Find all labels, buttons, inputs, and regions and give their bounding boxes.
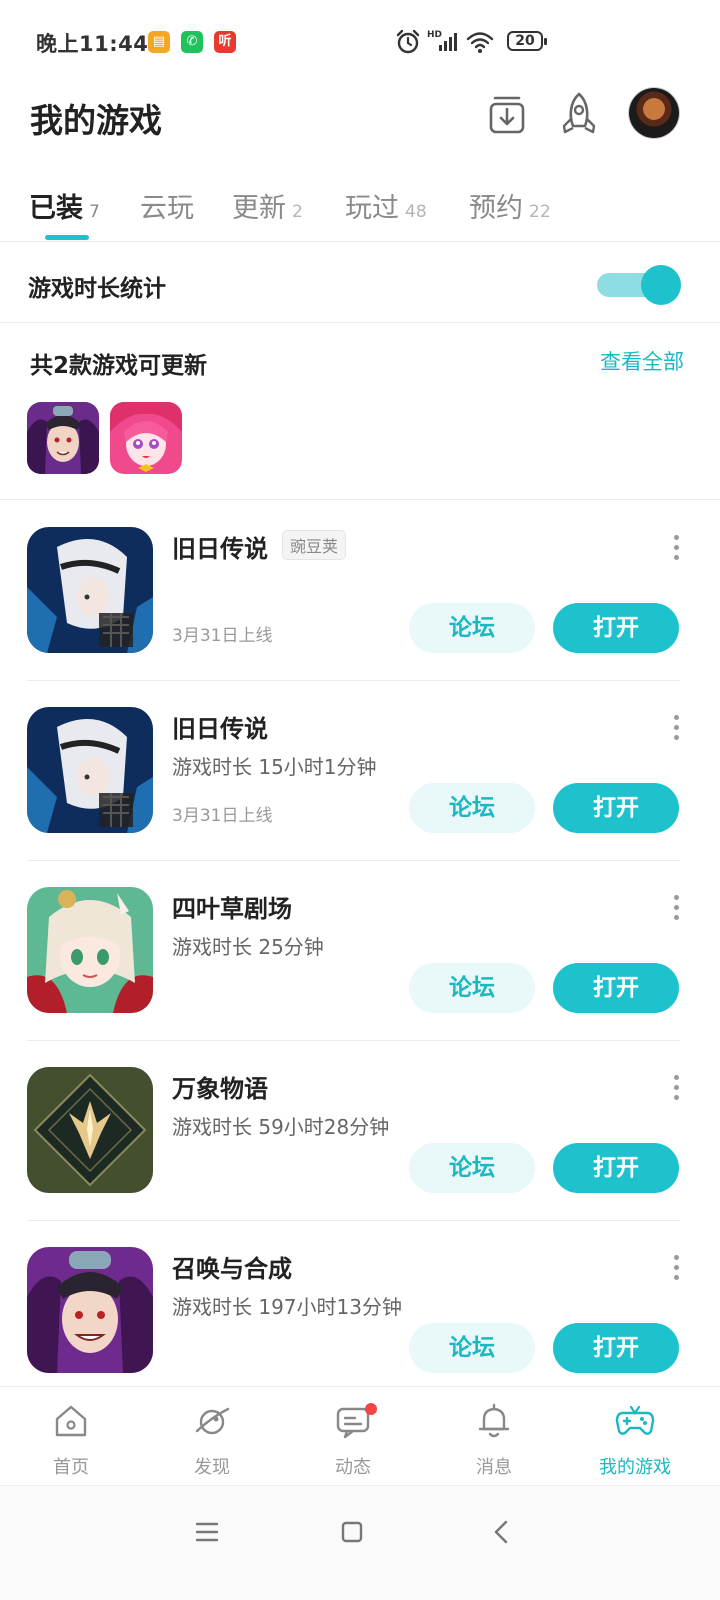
system-nav-bar: [0, 1485, 720, 1600]
tab-cloud-play[interactable]: 云玩: [140, 186, 194, 226]
nav-messages[interactable]: 消息: [444, 1387, 544, 1485]
game-card[interactable]: 四叶草剧场 游戏时长 25分钟 论坛 打开: [0, 861, 720, 1041]
wifi-icon: [466, 32, 494, 53]
game-launch-date: 3月31日上线: [172, 626, 273, 646]
tab-label: 更新: [232, 193, 286, 224]
playtime-stats-row: 游戏时长统计: [0, 243, 720, 323]
game-icon[interactable]: [27, 707, 153, 833]
game-launch-date: 3月31日上线: [172, 806, 273, 826]
source-tag: 豌豆荚: [282, 530, 347, 560]
game-playtime: 游戏时长 59小时28分钟: [172, 1115, 390, 1139]
game-playtime: 游戏时长 197小时13分钟: [172, 1295, 402, 1319]
game-card[interactable]: 旧日传说 游戏时长 15小时1分钟 3月31日上线 论坛 打开: [0, 681, 720, 861]
status-time: 晚上11:44: [36, 32, 149, 56]
game-icon[interactable]: [27, 527, 153, 653]
more-options-icon[interactable]: [664, 1073, 688, 1101]
tab-bar: 已装 7 云玩 更新 2 玩过 48 预约 22: [0, 176, 720, 242]
tab-count: 22: [529, 202, 551, 222]
game-card[interactable]: 万象物语 游戏时长 59小时28分钟 论坛 打开: [0, 1041, 720, 1221]
game-icon[interactable]: [27, 887, 153, 1013]
nav-label: 动态: [335, 1457, 371, 1478]
game-card[interactable]: 旧日传说 豌豆荚 3月31日上线 论坛 打开: [0, 501, 720, 681]
notification-badge: [365, 1403, 377, 1415]
tab-indicator: [45, 235, 89, 240]
nav-label: 消息: [476, 1457, 512, 1478]
more-options-icon[interactable]: [664, 1253, 688, 1281]
tab-installed[interactable]: 已装 7: [29, 186, 100, 226]
open-button[interactable]: 打开: [553, 603, 679, 653]
update-section: 共2款游戏可更新 查看全部: [0, 324, 720, 500]
game-icon[interactable]: [27, 1067, 153, 1193]
back-icon[interactable]: [482, 1512, 522, 1552]
open-button[interactable]: 打开: [553, 1323, 679, 1373]
forum-button[interactable]: 论坛: [409, 603, 535, 653]
nav-my-games[interactable]: 我的游戏: [585, 1387, 685, 1485]
forum-button[interactable]: 论坛: [409, 963, 535, 1013]
game-name: 万象物语: [172, 1075, 268, 1103]
update-game-icon[interactable]: [110, 402, 182, 474]
game-name: 召唤与合成: [172, 1255, 292, 1283]
nav-label: 发现: [194, 1457, 230, 1478]
tab-played[interactable]: 玩过 48: [345, 186, 427, 226]
rocket-icon[interactable]: [553, 88, 605, 140]
tab-label: 预约: [469, 193, 523, 224]
game-name: 旧日传说: [172, 535, 268, 563]
more-options-icon[interactable]: [664, 533, 688, 561]
nav-label: 我的游戏: [599, 1457, 671, 1478]
ting-icon: 听: [214, 31, 236, 53]
avatar[interactable]: [629, 88, 679, 138]
tab-count: 48: [405, 202, 427, 222]
forum-button[interactable]: 论坛: [409, 1323, 535, 1373]
update-game-icon[interactable]: [27, 402, 99, 474]
game-playtime: 游戏时长 25分钟: [172, 935, 324, 959]
tab-count: 7: [89, 202, 100, 222]
forum-button[interactable]: 论坛: [409, 1143, 535, 1193]
svg-text:HD: HD: [427, 30, 442, 40]
alarm-icon: [396, 29, 420, 54]
header: 我的游戏: [0, 84, 720, 154]
bottom-nav: 首页 发现 动态 消息 我的游戏: [0, 1386, 720, 1484]
tab-label: 已装: [29, 193, 83, 224]
gamepad-icon: [615, 1405, 655, 1435]
nav-label: 首页: [53, 1457, 89, 1478]
tab-updates[interactable]: 更新 2: [232, 186, 303, 226]
nav-feed[interactable]: 动态: [303, 1387, 403, 1485]
tab-label: 云玩: [140, 193, 194, 224]
bell-icon: [478, 1403, 510, 1438]
playtime-stats-toggle[interactable]: [597, 263, 681, 305]
battery-icon: 20: [507, 31, 547, 51]
status-bar: 晚上11:44 ▤ ✆ 听 HD 20: [0, 0, 720, 84]
home-icon: [55, 1405, 87, 1437]
game-name: 四叶草剧场: [172, 895, 292, 923]
more-options-icon[interactable]: [664, 893, 688, 921]
update-title: 共2款游戏可更新: [30, 353, 208, 379]
planet-icon: [195, 1407, 230, 1435]
game-name: 旧日传说: [172, 715, 268, 743]
toggle-knob: [641, 265, 681, 305]
view-all-link[interactable]: 查看全部: [600, 346, 684, 376]
game-card[interactable]: 召唤与合成 游戏时长 197小时13分钟 论坛 打开: [0, 1221, 720, 1401]
wechat-icon: ✆: [181, 31, 203, 53]
signal-icon: HD: [427, 30, 457, 51]
open-button[interactable]: 打开: [553, 963, 679, 1013]
nav-discover[interactable]: 发现: [162, 1387, 262, 1485]
open-button[interactable]: 打开: [553, 1143, 679, 1193]
tab-count: 2: [292, 202, 303, 222]
home-square-icon[interactable]: [332, 1512, 372, 1552]
forum-button[interactable]: 论坛: [409, 783, 535, 833]
game-icon[interactable]: [27, 1247, 153, 1373]
download-manager-icon[interactable]: [481, 88, 533, 140]
tab-reserved[interactable]: 预约 22: [469, 186, 551, 226]
playtime-stats-label: 游戏时长统计: [28, 276, 166, 302]
more-options-icon[interactable]: [664, 713, 688, 741]
menu-icon[interactable]: [187, 1512, 227, 1552]
sms-icon: ▤: [148, 31, 170, 53]
game-playtime: 游戏时长 15小时1分钟: [172, 755, 377, 779]
tab-label: 玩过: [345, 193, 399, 224]
open-button[interactable]: 打开: [553, 783, 679, 833]
page-title: 我的游戏: [30, 101, 162, 140]
nav-home[interactable]: 首页: [21, 1387, 121, 1485]
